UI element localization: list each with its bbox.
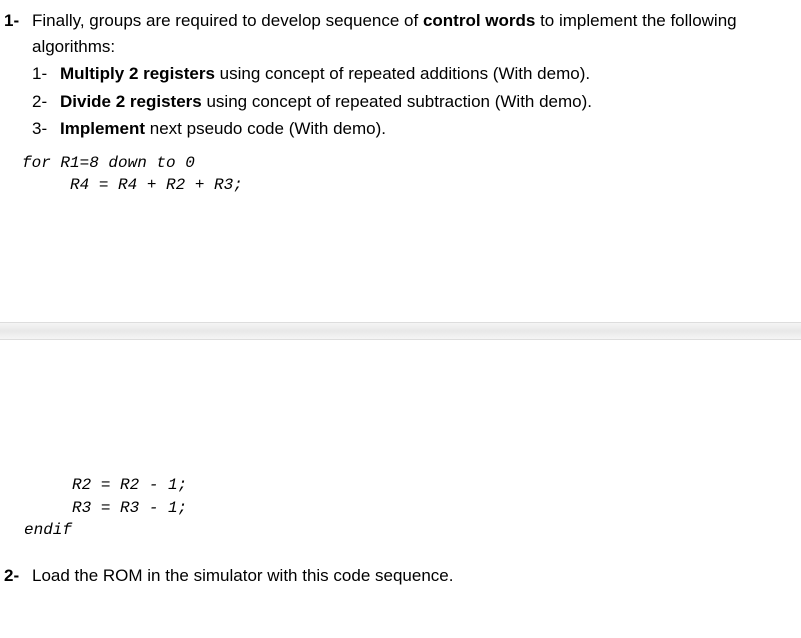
list-item-1: 1- Finally, groups are required to devel… <box>0 8 801 142</box>
list-item-2: 2- Load the ROM in the simulator with th… <box>0 563 801 589</box>
sub-content: Implement next pseudo code (With demo). <box>60 116 386 142</box>
pseudocode-bottom: R2 = R2 - 1; R3 = R3 - 1; endif <box>24 474 801 541</box>
sub-rest: next pseudo code (With demo). <box>145 119 386 138</box>
pseudocode-top: for R1=8 down to 0 R4 = R4 + R2 + R3; <box>22 152 801 197</box>
sub-bold: Multiply 2 registers <box>60 64 215 83</box>
sub-bold: Divide 2 registers <box>60 92 202 111</box>
page-section-top: 1- Finally, groups are required to devel… <box>0 0 801 200</box>
sub-item-3: 3- Implement next pseudo code (With demo… <box>32 116 781 142</box>
item-marker: 1- <box>4 8 32 34</box>
sub-rest: using concept of repeated additions (Wit… <box>215 64 590 83</box>
item-content: Finally, groups are required to develop … <box>32 8 801 142</box>
item-content: Load the ROM in the simulator with this … <box>32 563 801 589</box>
sub-item-2: 2- Divide 2 registers using concept of r… <box>32 89 781 115</box>
sub-rest: using concept of repeated subtraction (W… <box>202 92 592 111</box>
sub-content: Multiply 2 registers using concept of re… <box>60 61 590 87</box>
page-section-bottom: R2 = R2 - 1; R3 = R3 - 1; endif 2- Load … <box>0 468 801 599</box>
sub-marker: 3- <box>32 116 60 142</box>
sub-marker: 1- <box>32 61 60 87</box>
item-marker: 2- <box>4 563 32 589</box>
intro-text-bold: control words <box>423 11 535 30</box>
sub-marker: 2- <box>32 89 60 115</box>
sub-item-1: 1- Multiply 2 registers using concept of… <box>32 61 781 87</box>
page-break-divider <box>0 322 801 340</box>
sub-bold: Implement <box>60 119 145 138</box>
sub-content: Divide 2 registers using concept of repe… <box>60 89 592 115</box>
intro-text-before: Finally, groups are required to develop … <box>32 11 423 30</box>
